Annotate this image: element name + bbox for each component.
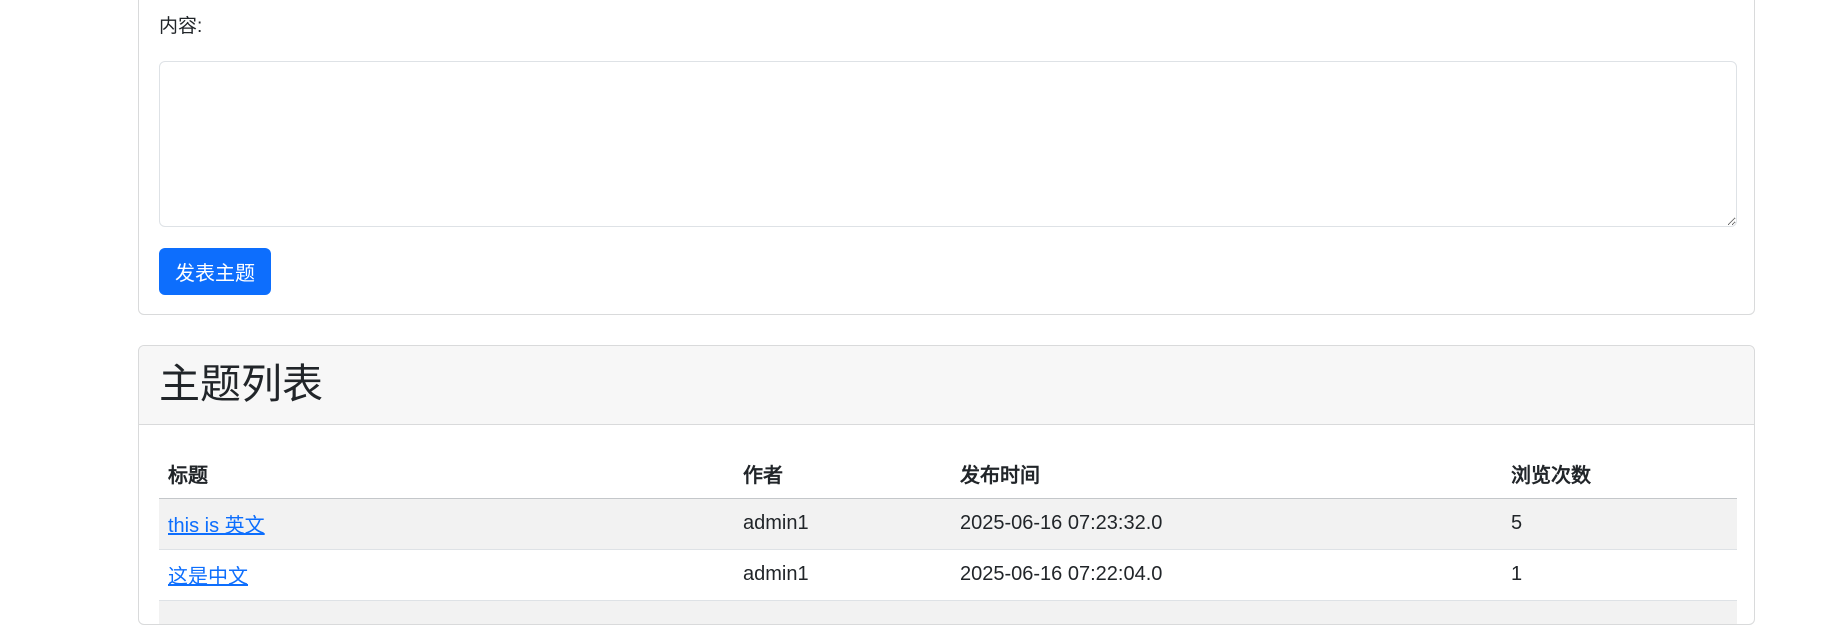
column-header-views: 浏览次数	[1502, 450, 1737, 499]
column-header-author: 作者	[734, 450, 951, 499]
content-textarea[interactable]	[159, 61, 1737, 227]
topic-list-card: 主题列表 标题 作者 发布时间 浏览次数 this is 英文 admin1 2…	[138, 345, 1755, 625]
topic-list-header: 主题列表	[139, 346, 1754, 425]
topic-author-cell: admin1	[734, 498, 951, 550]
topic-title-link[interactable]: 这是中文	[168, 566, 248, 588]
topic-author-cell: admin1	[734, 549, 951, 601]
new-topic-card: 内容: 发表主题	[138, 0, 1755, 315]
publish-topic-button[interactable]: 发表主题	[159, 248, 271, 295]
topic-title-cell: 这是中文	[159, 549, 734, 601]
table-row: this is 英文 admin1 2025-06-16 07:23:32.0 …	[159, 498, 1737, 550]
table-header-row: 标题 作者 发布时间 浏览次数	[159, 450, 1737, 499]
topic-list-title: 主题列表	[159, 361, 323, 407]
topic-table: 标题 作者 发布时间 浏览次数 this is 英文 admin1 2025-0…	[159, 450, 1737, 624]
topic-views-cell: 1	[1502, 549, 1737, 601]
topic-title-link[interactable]: this is 英文	[168, 515, 265, 537]
topic-published-cell: 2025-06-16 07:22:04.0	[951, 549, 1502, 601]
topic-title-cell: this is 英文	[159, 498, 734, 550]
content-label: 内容:	[159, 16, 203, 37]
topic-published-cell: 2025-06-16 07:23:32.0	[951, 498, 1502, 550]
column-header-title: 标题	[159, 450, 734, 499]
table-row: 这是中文 admin1 2025-06-16 07:22:04.0 1	[159, 549, 1737, 601]
topic-views-cell: 5	[1502, 498, 1737, 550]
column-header-published: 发布时间	[951, 450, 1502, 499]
